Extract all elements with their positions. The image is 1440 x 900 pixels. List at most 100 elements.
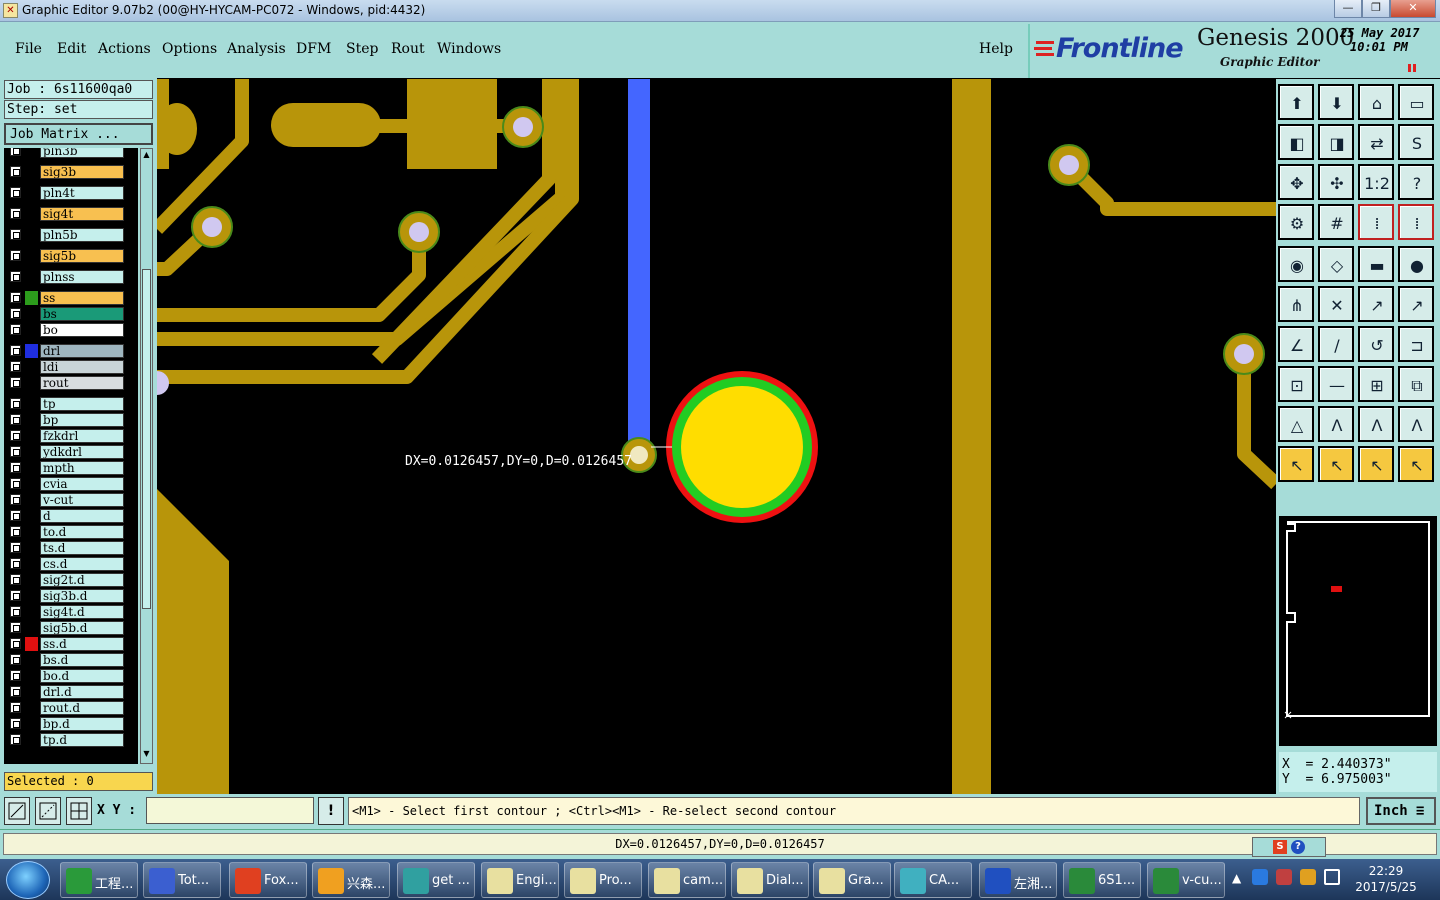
layer-row[interactable]: sig2t.d (4, 573, 138, 587)
taskbar-item[interactable]: 6S1... (1063, 862, 1141, 898)
layer-name[interactable]: v-cut (40, 493, 124, 507)
taskbar-item[interactable]: 兴森... (312, 862, 390, 898)
cursor-circle-icon[interactable]: ↖ (1358, 446, 1394, 482)
layer-row[interactable]: pln3b (4, 148, 138, 158)
layer-name[interactable]: mpth (40, 461, 124, 475)
layer-row[interactable]: drl (4, 344, 138, 358)
taskbar-item[interactable]: 左湘... (979, 862, 1057, 898)
layer-name[interactable]: sig4t (40, 207, 124, 221)
net-icon[interactable]: ⋔ (1278, 286, 1314, 322)
layer-row[interactable]: drl.d (4, 685, 138, 699)
layer-row[interactable]: rout (4, 376, 138, 390)
layer-checkbox[interactable] (10, 622, 21, 633)
layer-name[interactable]: fzkdrl (40, 429, 124, 443)
tray-flag-icon[interactable] (1276, 869, 1292, 885)
scroll-up-icon[interactable]: ▲ (142, 150, 151, 160)
layer-row[interactable]: cvia (4, 477, 138, 491)
measure-box-icon[interactable]: ⊞ (1358, 366, 1394, 402)
layer-row[interactable]: tp.d (4, 733, 138, 747)
layer-name[interactable]: bo.d (40, 669, 124, 683)
triangle2-icon[interactable]: Λ (1318, 406, 1354, 442)
cursor-box-icon[interactable]: ↖ (1318, 446, 1354, 482)
layer-row[interactable]: bp.d (4, 717, 138, 731)
taskbar-item[interactable]: Dial... (731, 862, 809, 898)
layer-name[interactable]: plnss (40, 270, 124, 284)
layer-row[interactable]: bs (4, 307, 138, 321)
arc-icon[interactable]: ↺ (1358, 326, 1394, 362)
graphic-canvas[interactable]: DX=0.0126457,DY=0,D=0.0126457 (157, 79, 1276, 794)
layer-row[interactable]: bp (4, 413, 138, 427)
fit-all-icon[interactable]: ✥ (1278, 164, 1314, 200)
layer-checkbox[interactable] (10, 590, 21, 601)
cross-icon[interactable]: ✕ (1318, 286, 1354, 322)
layer-name[interactable]: ldi (40, 360, 124, 374)
layer-row[interactable]: tp (4, 397, 138, 411)
layer-row[interactable]: bo (4, 323, 138, 337)
layer-name[interactable]: cvia (40, 477, 124, 491)
layer-checkbox[interactable] (10, 478, 21, 489)
zoom-box-button[interactable] (4, 797, 30, 825)
layer-checkbox[interactable] (10, 308, 21, 319)
layer-row[interactable]: sig4t (4, 207, 138, 221)
pan-right-icon[interactable]: ◨ (1318, 124, 1354, 160)
layer-row[interactable]: fzkdrl (4, 429, 138, 443)
tray-app-icon[interactable] (1252, 869, 1268, 885)
tray-network-icon[interactable] (1300, 869, 1316, 885)
ruler-icon[interactable]: ▬ (1358, 246, 1394, 282)
layer-row[interactable]: bs.d (4, 653, 138, 667)
tray-display-icon[interactable] (1324, 869, 1340, 885)
layers-red2-icon[interactable]: ⁞ (1398, 204, 1434, 240)
scroll-down-icon[interactable]: ▼ (142, 749, 151, 759)
layer-checkbox[interactable] (10, 414, 21, 425)
layer-checkbox[interactable] (10, 558, 21, 569)
layer-row[interactable]: plnss (4, 270, 138, 284)
layer-checkbox[interactable] (10, 510, 21, 521)
layer-checkbox[interactable] (10, 166, 21, 177)
layer-name[interactable]: drl.d (40, 685, 124, 699)
taskbar-item[interactable]: cam... (648, 862, 726, 898)
layer-row[interactable]: pln4t (4, 186, 138, 200)
menu-edit[interactable]: Edit (57, 41, 86, 57)
menu-dfm[interactable]: DFM (296, 41, 331, 57)
layer-checkbox[interactable] (10, 377, 21, 388)
zoom-down-icon[interactable]: ⬇ (1318, 84, 1354, 120)
settings-icon[interactable]: ⚙ (1278, 204, 1314, 240)
line-icon[interactable]: — (1318, 366, 1354, 402)
layer-row[interactable]: ss.d (4, 637, 138, 651)
triangle3-icon[interactable]: Λ (1358, 406, 1394, 442)
menu-help[interactable]: Help (979, 41, 1013, 57)
layer-row[interactable]: ldi (4, 360, 138, 374)
taskbar-item[interactable]: 工程... (60, 862, 138, 898)
clock[interactable]: 22:29 2017/5/25 (1346, 863, 1426, 895)
layer-name[interactable]: to.d (40, 525, 124, 539)
layer-checkbox[interactable] (10, 494, 21, 505)
taskbar-item[interactable]: Tot... (143, 862, 221, 898)
maximize-button[interactable]: ❐ (1362, 0, 1390, 18)
circle-icon[interactable]: ● (1398, 246, 1434, 282)
tray-expand-icon[interactable]: ▲ (1232, 871, 1241, 885)
center-icon[interactable]: ✣ (1318, 164, 1354, 200)
layer-row[interactable]: sig3b.d (4, 589, 138, 603)
layer-checkbox[interactable] (10, 462, 21, 473)
layer-row[interactable]: rout.d (4, 701, 138, 715)
layer-checkbox[interactable] (10, 718, 21, 729)
units-select[interactable]: Inch ≡ (1366, 797, 1436, 825)
job-matrix-button[interactable]: Job Matrix ... (4, 123, 153, 145)
layer-list[interactable]: pln3b sig3b pln4t sig4t pln5b sig5b plnss ss bs b… (4, 148, 138, 764)
menu-options[interactable]: Options (162, 41, 217, 57)
layer-row[interactable]: ts.d (4, 541, 138, 555)
layer-name[interactable]: bs (40, 307, 124, 321)
flip-icon[interactable]: ⇄ (1358, 124, 1394, 160)
layer-name[interactable]: bo (40, 323, 124, 337)
layer-name[interactable]: sig2t.d (40, 573, 124, 587)
layer-name[interactable]: bs.d (40, 653, 124, 667)
layer-name[interactable]: cs.d (40, 557, 124, 571)
menu-file[interactable]: File (15, 41, 42, 57)
layer-checkbox[interactable] (10, 606, 21, 617)
slope-icon[interactable]: / (1318, 326, 1354, 362)
taskbar-item[interactable]: CA... (894, 862, 972, 898)
layer-name[interactable]: sig3b.d (40, 589, 124, 603)
layer-checkbox[interactable] (10, 542, 21, 553)
layer-row[interactable]: sig4t.d (4, 605, 138, 619)
layer-name[interactable]: d (40, 509, 124, 523)
